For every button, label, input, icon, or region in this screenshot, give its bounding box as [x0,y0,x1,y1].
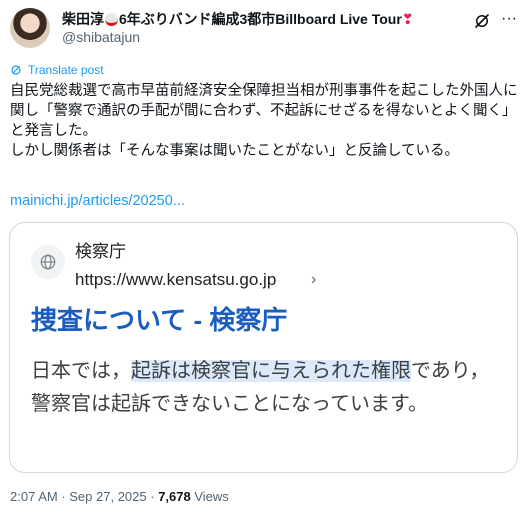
snippet-before: 日本では， [31,360,131,382]
translate-icon [11,65,21,75]
snippet-highlight: 起訴は検察官に与えられた権限 [131,360,411,382]
translate-post-link[interactable]: Translate post [10,63,104,77]
post-time[interactable]: 2:07 AM [10,489,58,504]
heart-emoji-icon: ❣ [401,11,414,27]
globe-svg [40,254,56,270]
tweet-meta: 2:07 AM · Sep 27, 2025 · 7,678 Views [10,488,229,506]
display-name-prefix: 柴田淳 [62,11,104,27]
card-snippet: 日本では，起訴は検察官に与えられた権限であり，警察官は起訴できないことになってい… [31,355,501,421]
user-handle[interactable]: @shibatajun [62,28,414,46]
drum-emoji-icon [105,13,118,26]
avatar[interactable] [10,8,50,48]
tweet-paragraph-2: しかし関係者は「そんな事案は聞いたことがない」と反論している。 [10,143,460,159]
card-title[interactable]: 捜査について - 検察庁 [31,303,287,337]
author-names: 柴田淳 6年ぶりバンド編成3都市Billboard Live Tour❣ @shi… [62,10,414,46]
card-site-url[interactable]: https://www.kensatsu.go.jp [75,269,276,291]
card-site-name: 検察庁 [75,242,126,261]
chevron-right-icon[interactable]: › [311,271,316,289]
article-link[interactable]: mainichi.jp/articles/20250... [10,191,185,211]
views-label: Views [190,489,229,504]
grok-icon[interactable] [473,12,491,30]
views-count: 7,678 [158,489,191,504]
meta-separator-2: · [146,489,159,504]
tweet-text: 自民党総裁選で高市早苗前経済安全保障担当相が刑事事件を起こした外国人に関し「警察… [10,81,520,161]
display-name-suffix: 6年ぶりバンド編成3都市Billboard Live Tour [119,11,402,27]
tweet-paragraph-1: 自民党総裁選で高市早苗前経済安全保障担当相が刑事事件を起こした外国人に関し「警察… [10,83,518,139]
display-name[interactable]: 柴田淳 6年ぶりバンド編成3都市Billboard Live Tour❣ [62,10,414,28]
tweet-header: 柴田淳 6年ぶりバンド編成3都市Billboard Live Tour❣ @shi… [10,8,521,48]
link-preview-card[interactable]: 検察庁 https://www.kensatsu.go.jp › 捜査について … [9,222,518,473]
meta-separator: · [57,489,70,504]
more-icon[interactable]: ··· [499,11,519,30]
globe-icon [31,245,65,279]
post-date[interactable]: Sep 27, 2025 [69,489,146,504]
translate-label: Translate post [28,63,104,77]
